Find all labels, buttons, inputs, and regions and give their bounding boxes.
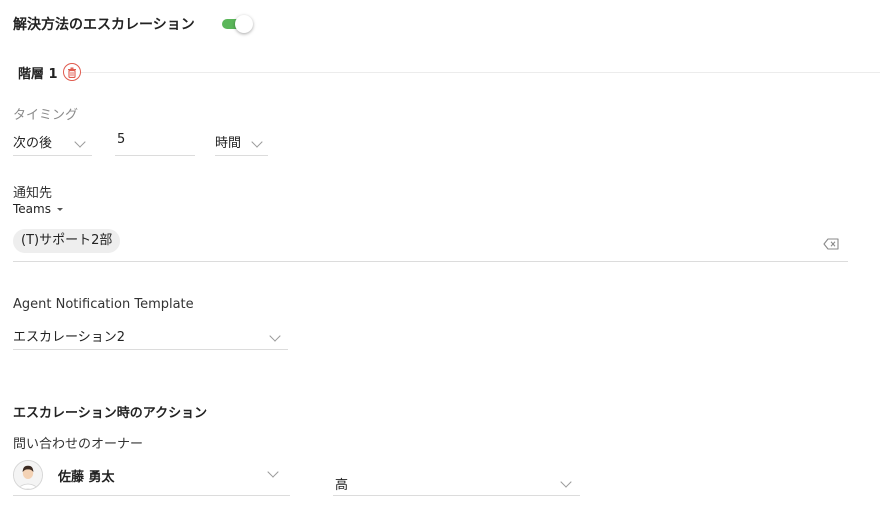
tier-label: 階層 1 bbox=[13, 63, 64, 82]
toggle-knob bbox=[235, 15, 253, 33]
section-title: 解決方法のエスカレーション bbox=[13, 17, 195, 33]
template-select[interactable]: エスカレーション2 bbox=[13, 326, 288, 350]
priority-select[interactable]: 高 bbox=[333, 474, 580, 496]
trash-icon bbox=[68, 67, 76, 78]
timing-unit-value: 時間 bbox=[215, 136, 242, 151]
owner-label: 問い合わせのオーナー bbox=[13, 437, 144, 452]
owner-name: 佐藤 勇太 bbox=[58, 470, 115, 485]
timing-label: タイミング bbox=[13, 108, 79, 123]
clear-icon[interactable] bbox=[823, 238, 839, 250]
delete-tier-button[interactable] bbox=[63, 63, 81, 81]
chevron-down-icon bbox=[267, 466, 279, 478]
template-value: エスカレーション2 bbox=[13, 330, 126, 345]
chevron-down-icon bbox=[269, 330, 281, 342]
priority-value: 高 bbox=[335, 478, 349, 493]
escalation-toggle[interactable] bbox=[222, 15, 254, 33]
template-label: Agent Notification Template bbox=[13, 297, 194, 312]
notify-label: 通知先 bbox=[13, 186, 53, 201]
timing-unit-select[interactable]: 時間 bbox=[215, 132, 268, 156]
caret-down-icon bbox=[56, 208, 63, 211]
timing-amount-input[interactable]: 5 bbox=[115, 132, 195, 156]
timing-condition-value: 次の後 bbox=[13, 136, 53, 151]
timing-amount-value: 5 bbox=[117, 132, 126, 147]
chevron-down-icon bbox=[74, 136, 86, 148]
chevron-down-icon bbox=[560, 476, 572, 488]
chevron-down-icon bbox=[251, 136, 263, 148]
owner-select[interactable]: 佐藤 勇太 bbox=[13, 466, 290, 496]
notify-type-dropdown[interactable]: Teams bbox=[13, 202, 63, 216]
recipients-field-underline bbox=[13, 261, 848, 262]
tier-divider bbox=[13, 72, 880, 73]
actions-heading: エスカレーション時のアクション bbox=[13, 406, 208, 421]
recipient-chip[interactable]: (T)サポート2部 bbox=[13, 229, 121, 253]
notify-type-value: Teams bbox=[13, 202, 51, 216]
timing-condition-select[interactable]: 次の後 bbox=[13, 132, 92, 156]
